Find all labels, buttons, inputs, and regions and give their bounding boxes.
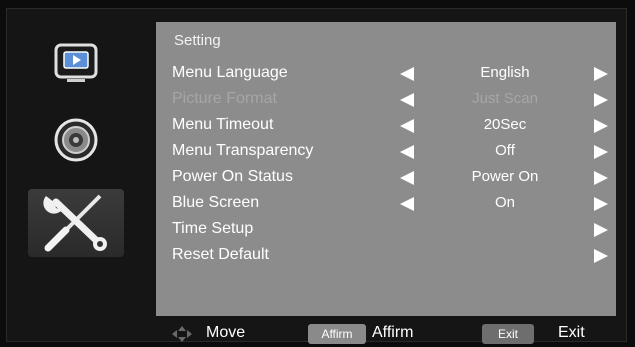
row-label: Blue Screen — [172, 194, 260, 211]
row-value: English — [480, 64, 530, 81]
picture-menu-tab[interactable] — [48, 38, 104, 88]
sound-icon — [54, 118, 98, 162]
menu-row-menu-timeout[interactable]: Menu Timeout 20Sec — [156, 113, 616, 139]
exit-hint-label: Exit — [558, 324, 585, 341]
setting-panel: Setting Menu Language English Picture Fo… — [156, 22, 616, 316]
menu-row-blue-screen[interactable]: Blue Screen On — [156, 191, 616, 217]
move-hint-label: Move — [206, 324, 246, 341]
setting-menu-tab[interactable] — [28, 189, 124, 257]
row-value: On — [494, 194, 515, 211]
sound-menu-tab[interactable] — [48, 114, 104, 166]
menu-row-menu-transparency[interactable]: Menu Transparency Off — [156, 139, 616, 165]
right-arrow-icon[interactable] — [594, 249, 608, 263]
right-arrow-icon[interactable] — [594, 197, 608, 211]
row-value: Off — [495, 142, 515, 159]
row-label: Picture Format — [172, 90, 277, 107]
right-arrow-icon[interactable] — [594, 93, 608, 107]
left-arrow-icon[interactable] — [400, 171, 414, 185]
picture-icon — [54, 43, 98, 82]
row-label: Menu Timeout — [172, 116, 274, 133]
settings-tools-icon — [43, 194, 107, 252]
left-arrow-icon[interactable] — [400, 93, 414, 107]
right-arrow-icon[interactable] — [594, 223, 608, 237]
row-value: Just Scan — [472, 90, 538, 107]
footer-hint-bar: Move Affirm Affirm Exit Exit — [0, 320, 635, 347]
menu-row-time-setup[interactable]: Time Setup — [156, 217, 616, 243]
row-label: Power On Status — [172, 168, 293, 185]
row-label: Time Setup — [172, 220, 254, 237]
menu-row-reset-default[interactable]: Reset Default — [156, 243, 616, 269]
affirm-key-badge[interactable]: Affirm — [308, 324, 366, 344]
move-arrows-icon — [172, 326, 192, 342]
row-value: 20Sec — [483, 116, 527, 133]
right-arrow-icon[interactable] — [594, 171, 608, 185]
left-arrow-icon[interactable] — [400, 145, 414, 159]
menu-row-menu-language[interactable]: Menu Language English — [156, 61, 616, 87]
menu-row-picture-format[interactable]: Picture Format Just Scan — [156, 87, 616, 113]
panel-title: Setting — [174, 32, 221, 49]
left-arrow-icon[interactable] — [400, 119, 414, 133]
row-value: Power On — [471, 168, 539, 185]
right-arrow-icon[interactable] — [594, 145, 608, 159]
row-label: Menu Language — [172, 64, 288, 81]
left-arrow-icon[interactable] — [400, 197, 414, 211]
right-arrow-icon[interactable] — [594, 67, 608, 81]
row-label: Reset Default — [172, 246, 269, 263]
row-label: Menu Transparency — [172, 142, 314, 159]
exit-key-badge[interactable]: Exit — [482, 324, 534, 344]
affirm-hint-label: Affirm — [372, 324, 414, 341]
right-arrow-icon[interactable] — [594, 119, 608, 133]
menu-row-power-on-status[interactable]: Power On Status Power On — [156, 165, 616, 191]
left-arrow-icon[interactable] — [400, 67, 414, 81]
